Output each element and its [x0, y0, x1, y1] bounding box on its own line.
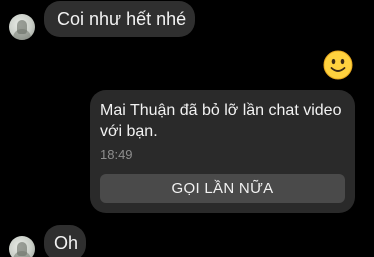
- message-text: Coi như hết nhé: [57, 9, 187, 29]
- chat-thread: Coi như hết nhé Mai Thuận đã bỏ lỡ lần c…: [0, 0, 374, 257]
- message-timestamp: 18:49: [100, 147, 133, 162]
- message-text: Oh: [54, 233, 79, 253]
- call-again-button[interactable]: GỌI LẦN NỮA: [100, 174, 345, 203]
- message-bubble-incoming[interactable]: Oh: [44, 225, 86, 257]
- contact-avatar[interactable]: [9, 14, 35, 40]
- message-bubble-incoming[interactable]: Coi như hết nhé: [44, 1, 195, 37]
- missed-call-text: Mai Thuận đã bỏ lỡ lần chat video với bạ…: [100, 102, 342, 140]
- avatar-figure-body: [13, 29, 31, 40]
- contact-avatar[interactable]: [9, 236, 35, 257]
- missed-video-call-card: Mai Thuận đã bỏ lỡ lần chat video với bạ…: [90, 90, 355, 213]
- avatar-figure-body: [13, 251, 31, 257]
- slightly-smiling-face-icon[interactable]: [323, 50, 353, 80]
